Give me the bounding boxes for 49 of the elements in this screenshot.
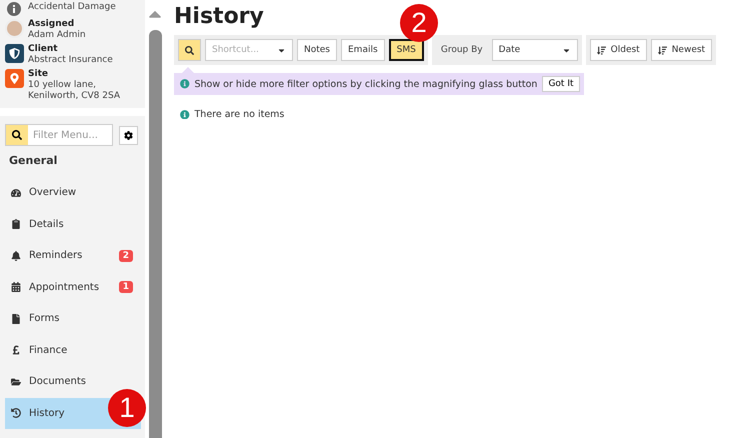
gauge-icon bbox=[11, 188, 21, 198]
sort-icon bbox=[596, 46, 606, 54]
filter-field[interactable]: Filter Menu... bbox=[5, 124, 113, 146]
filter-button[interactable]: Notes bbox=[297, 39, 337, 61]
file-icon bbox=[11, 314, 21, 324]
shield-logo-icon bbox=[5, 44, 24, 63]
group-by-dropdown[interactable]: Date bbox=[492, 39, 578, 61]
settings-button[interactable] bbox=[119, 126, 138, 144]
bell-icon bbox=[11, 250, 21, 261]
empty-message: There are no items bbox=[194, 109, 284, 120]
group-by-label: Group By bbox=[440, 45, 484, 55]
step-marker-overlay: 2 bbox=[400, 4, 438, 42]
info-value: Abstract Insurance bbox=[28, 55, 113, 66]
section-heading: General bbox=[9, 154, 58, 167]
map-pin-icon bbox=[5, 69, 24, 88]
sort-button[interactable]: Oldest bbox=[590, 39, 647, 61]
info-icon bbox=[180, 110, 190, 120]
pound-icon bbox=[11, 345, 21, 356]
count-badge: 2 bbox=[118, 250, 133, 262]
clipboard-icon bbox=[11, 219, 21, 230]
filter-button[interactable]: Emails bbox=[341, 39, 385, 61]
search-icon bbox=[6, 125, 28, 145]
info-label: Client bbox=[28, 44, 59, 55]
history-icon bbox=[11, 408, 21, 418]
info-label: Assigned bbox=[28, 19, 76, 30]
filter-button[interactable]: SMS bbox=[388, 39, 424, 61]
got-it-button[interactable]: Got It bbox=[542, 76, 580, 92]
info-value: Accidental Damage bbox=[28, 2, 116, 13]
hint-text: Show or hide more filter options by clicking the magnifying glass button bbox=[194, 78, 538, 90]
search-button[interactable] bbox=[178, 39, 201, 61]
menu-item[interactable]: Finance bbox=[5, 334, 141, 366]
info-value: Adam Admin bbox=[28, 30, 86, 41]
sort-icon bbox=[658, 46, 667, 54]
menu-item[interactable]: Details bbox=[5, 208, 141, 240]
info-value: 10 yellow lane, Kenilworth, CV8 2SA bbox=[28, 80, 122, 102]
calendar-icon bbox=[11, 282, 21, 292]
page-title: History bbox=[174, 4, 264, 29]
count-badge: 1 bbox=[118, 281, 133, 294]
info-icon bbox=[180, 79, 190, 89]
menu-item[interactable]: Reminders 2 bbox=[5, 240, 141, 272]
menu-item[interactable]: Overview bbox=[5, 177, 141, 208]
menu-item[interactable]: Forms bbox=[5, 303, 141, 334]
sort-button[interactable]: Newest bbox=[650, 39, 712, 61]
settings-icon bbox=[124, 130, 133, 140]
menu-item[interactable]: Appointments 1 bbox=[5, 272, 141, 303]
info-label: Site bbox=[28, 69, 49, 80]
search-icon bbox=[185, 46, 194, 54]
avatar-circle bbox=[5, 19, 24, 38]
folder-icon bbox=[11, 376, 21, 387]
